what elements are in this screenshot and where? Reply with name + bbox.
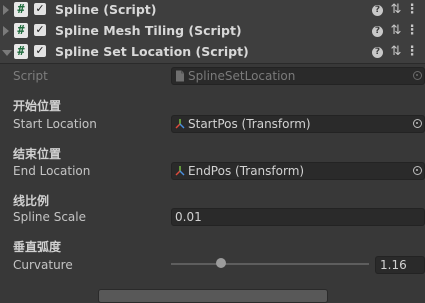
object-picker-icon[interactable] xyxy=(413,119,422,128)
component-header-spline-set-location[interactable]: # ✓ Spline Set Location (Script) ? ⇅ ⋮ xyxy=(0,42,425,64)
enabled-checkbox[interactable]: ✓ xyxy=(34,3,46,15)
end-location-field[interactable]: EndPos (Transform) xyxy=(171,162,425,180)
script-icon: # xyxy=(14,2,28,17)
end-location-header: 结束位置 xyxy=(13,147,62,161)
spline-scale-label: Spline Scale xyxy=(13,210,86,224)
curvature-label: Curvature xyxy=(13,258,73,272)
component-title: Spline Mesh Tiling (Script) xyxy=(55,23,242,38)
script-label: Script xyxy=(13,69,48,83)
spline-scale-input[interactable]: 0.01 xyxy=(171,208,425,226)
component-header-spline[interactable]: # ✓ Spline (Script) ? ⇅ ⋮ xyxy=(0,0,425,22)
presets-icon[interactable]: ⇅ xyxy=(389,3,403,17)
context-menu-icon[interactable]: ⋮ xyxy=(405,24,419,38)
context-menu-icon[interactable]: ⋮ xyxy=(405,45,419,59)
help-icon[interactable]: ? xyxy=(372,26,383,37)
object-picker-icon[interactable] xyxy=(413,166,422,175)
script-file-icon xyxy=(176,70,184,82)
foldout-arrow-expanded-icon[interactable] xyxy=(2,50,12,56)
start-location-field[interactable]: StartPos (Transform) xyxy=(171,115,425,133)
presets-icon[interactable]: ⇅ xyxy=(389,24,403,38)
curvature-slider-thumb[interactable] xyxy=(215,258,226,268)
help-icon[interactable]: ? xyxy=(372,5,383,16)
transform-icon xyxy=(175,166,185,176)
end-location-label: End Location xyxy=(13,164,91,178)
curvature-slider-track[interactable] xyxy=(171,263,369,265)
component-header-spline-mesh-tiling[interactable]: # ✓ Spline Mesh Tiling (Script) ? ⇅ ⋮ xyxy=(0,21,425,43)
foldout-arrow-icon[interactable] xyxy=(3,5,9,15)
script-icon: # xyxy=(14,44,28,59)
presets-icon[interactable]: ⇅ xyxy=(389,45,403,59)
script-field: SplineSetLocation xyxy=(171,67,425,85)
help-icon[interactable]: ? xyxy=(372,47,383,58)
start-location-label: Start Location xyxy=(13,117,97,131)
curvature-header: 垂直弧度 xyxy=(13,240,62,254)
curvature-value: 1.16 xyxy=(380,258,407,272)
component-title: Spline Set Location (Script) xyxy=(55,44,249,59)
start-location-header: 开始位置 xyxy=(13,99,62,113)
spline-scale-header: 线比例 xyxy=(13,194,50,208)
enabled-checkbox[interactable]: ✓ xyxy=(34,45,46,57)
add-component-button[interactable] xyxy=(98,289,328,303)
enabled-checkbox[interactable]: ✓ xyxy=(34,24,46,36)
component-title: Spline (Script) xyxy=(55,2,157,17)
script-icon: # xyxy=(14,23,28,38)
foldout-arrow-icon[interactable] xyxy=(3,26,9,36)
script-value: SplineSetLocation xyxy=(188,69,296,83)
transform-icon xyxy=(175,119,185,129)
spline-scale-value: 0.01 xyxy=(175,210,202,224)
end-location-value: EndPos (Transform) xyxy=(188,164,305,178)
object-picker-icon xyxy=(413,71,422,80)
start-location-value: StartPos (Transform) xyxy=(188,117,311,131)
curvature-input[interactable]: 1.16 xyxy=(375,256,425,274)
context-menu-icon[interactable]: ⋮ xyxy=(405,3,419,17)
